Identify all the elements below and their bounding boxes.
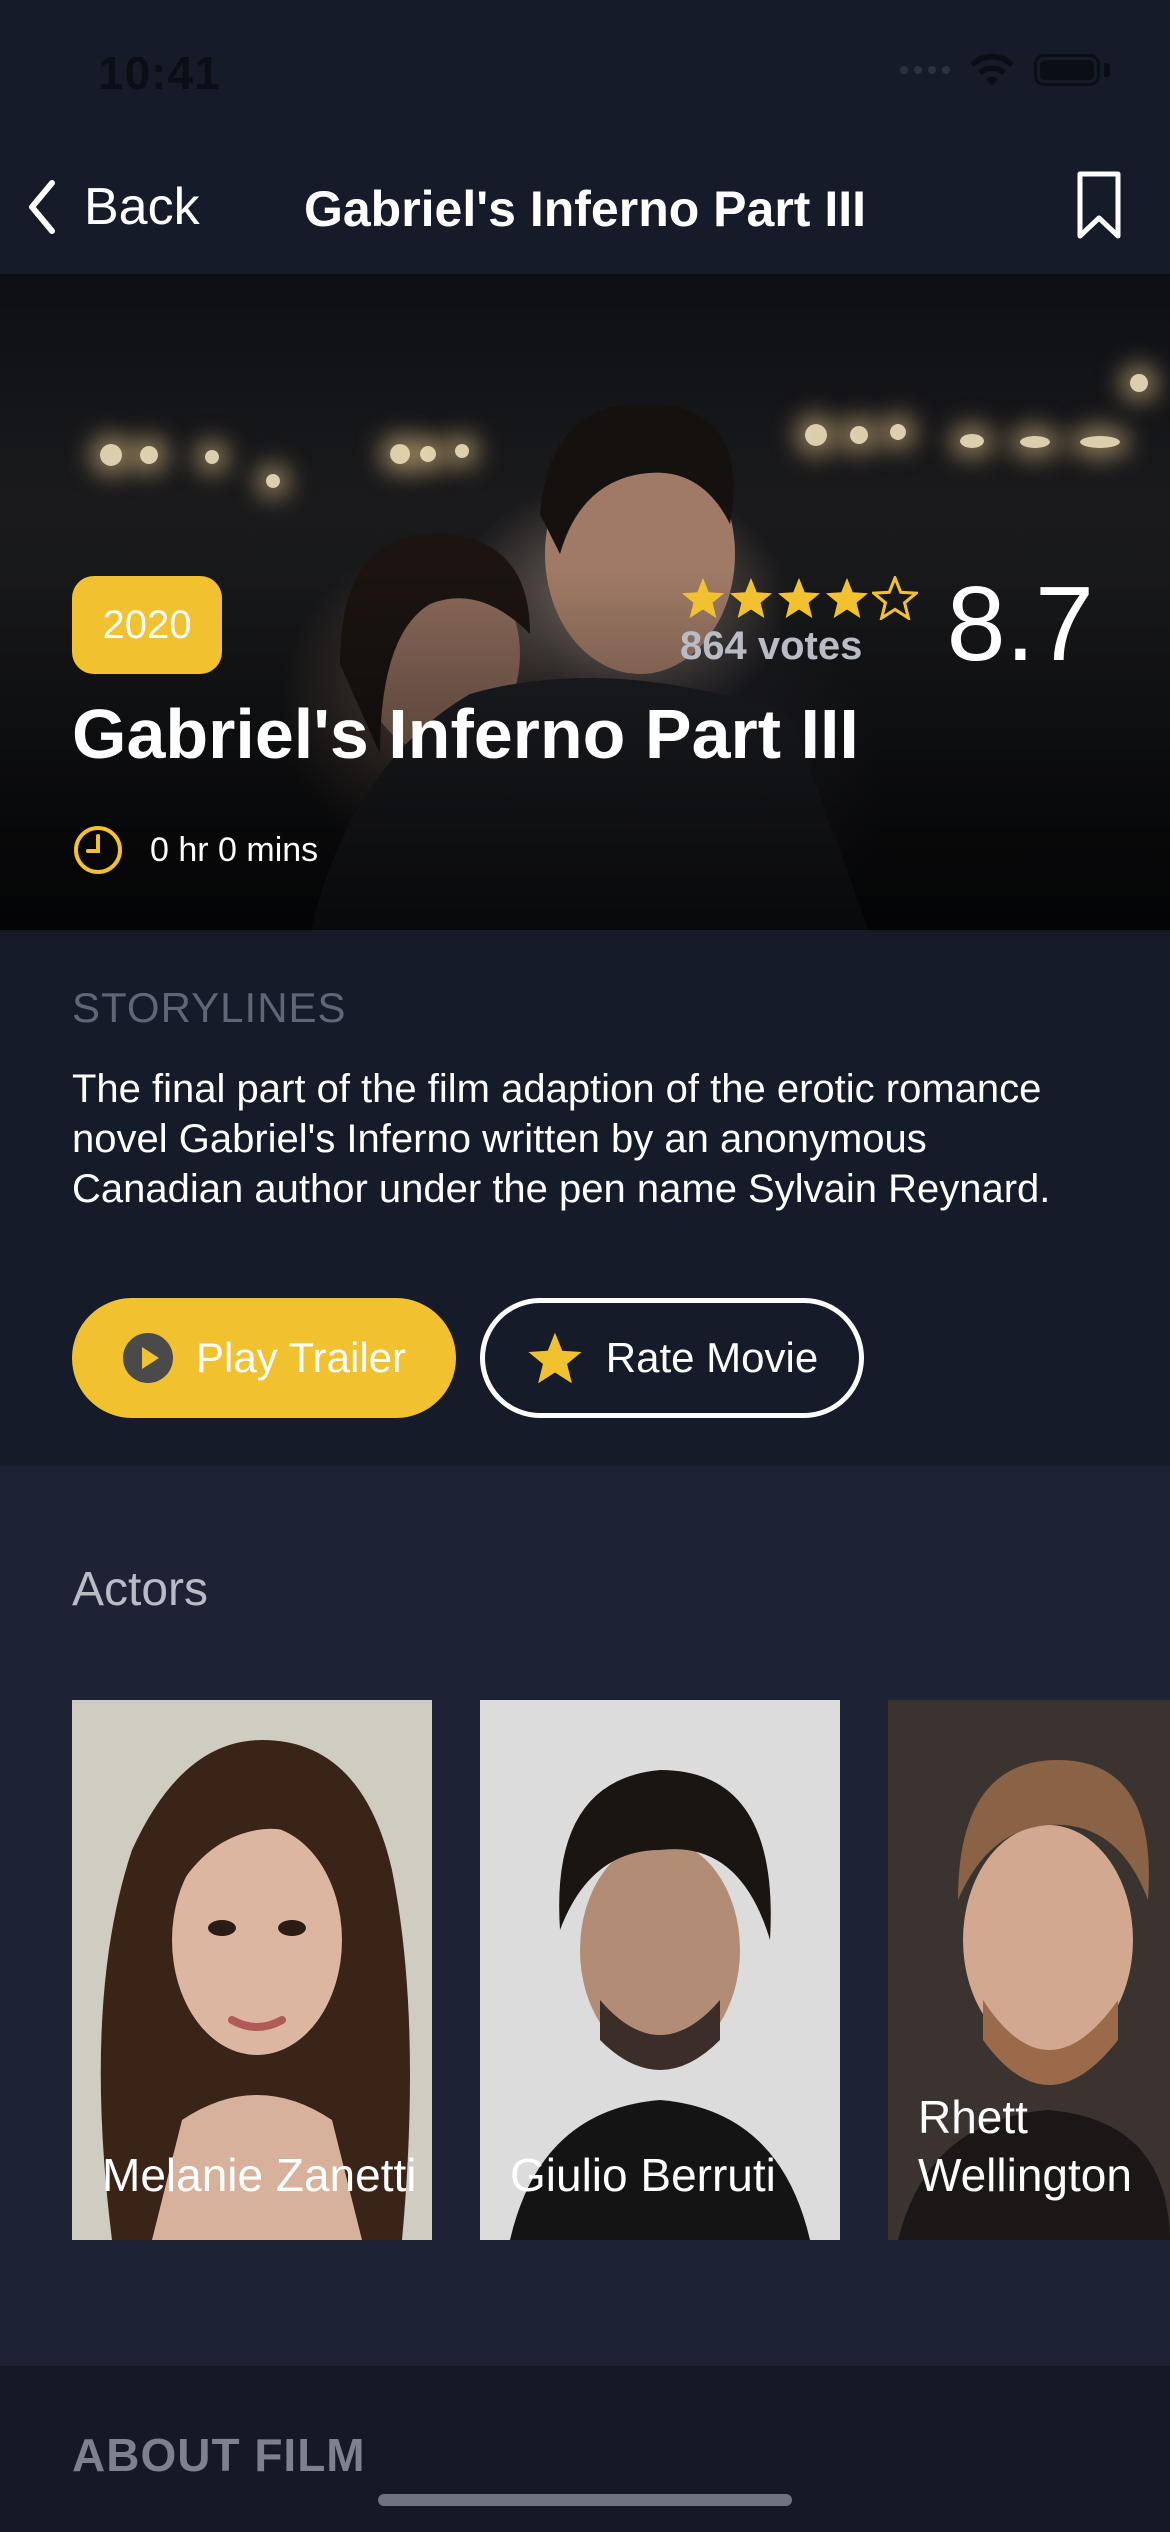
cellular-signal-icon [900, 66, 950, 74]
star-icon [528, 1332, 582, 1384]
status-icons [900, 52, 1110, 88]
battery-icon [1034, 54, 1100, 86]
storyline-text: The final part of the film adaption of t… [72, 1067, 1051, 1211]
rating-score: 8.7 [946, 565, 1094, 683]
navigation-bar: Back Gabriel's Inferno Part III [0, 150, 1170, 274]
battery-cap [1104, 63, 1110, 77]
star-rating [680, 576, 918, 620]
wifi-icon [970, 53, 1014, 86]
votes-count: 864 votes [680, 624, 863, 668]
year-badge: 2020 [72, 576, 222, 674]
actors-title: Actors [72, 1563, 209, 1616]
actor-card[interactable]: Melanie Zanetti [72, 1700, 432, 2240]
clock-icon [74, 826, 122, 874]
status-time: 10:41 [98, 47, 221, 99]
hero-banner: 2020 864 votes 8.7 Gabriel's Inferno Par… [0, 274, 1170, 930]
home-indicator[interactable] [378, 2494, 792, 2506]
runtime-text: 0 hr 0 mins [150, 830, 319, 869]
play-trailer-label: Play Trailer [195, 1334, 407, 1381]
storyline-label: STORYLINES [72, 984, 347, 1031]
storyline-section: STORYLINES The final part of the film ad… [0, 930, 1170, 1466]
star-full-icon [777, 577, 821, 619]
about-film-label: ABOUT FILM [72, 2429, 366, 2481]
rate-movie-label: Rate Movie [605, 1334, 819, 1381]
bookmark-icon[interactable] [1076, 170, 1122, 242]
actor-card[interactable]: Rhett Wellington [888, 1700, 1170, 2240]
actor-name: Melanie Zanetti [102, 2149, 417, 2201]
star-full-icon [681, 577, 725, 619]
movie-title: Gabriel's Inferno Part III [72, 695, 859, 773]
star-half-icon [872, 576, 918, 620]
play-icon [122, 1333, 173, 1383]
rate-movie-button[interactable]: Rate Movie [480, 1298, 864, 1418]
play-trailer-button[interactable]: Play Trailer [72, 1298, 456, 1418]
status-bar: 10:41 [0, 0, 1170, 150]
star-full-icon [729, 577, 773, 619]
about-film-section: ABOUT FILM [0, 2366, 1170, 2532]
runtime: 0 hr 0 mins [72, 824, 318, 876]
actor-name: Rhett Wellington [918, 2091, 1132, 2201]
nav-title: Gabriel's Inferno Part III [303, 181, 867, 237]
actor-name: Giulio Berruti [510, 2149, 776, 2201]
actor-card[interactable]: Giulio Berruti [480, 1700, 840, 2240]
actors-section: Actors Melanie Zanetti Giulio Berruti Rh… [0, 1466, 1170, 2366]
star-full-icon [825, 577, 869, 619]
